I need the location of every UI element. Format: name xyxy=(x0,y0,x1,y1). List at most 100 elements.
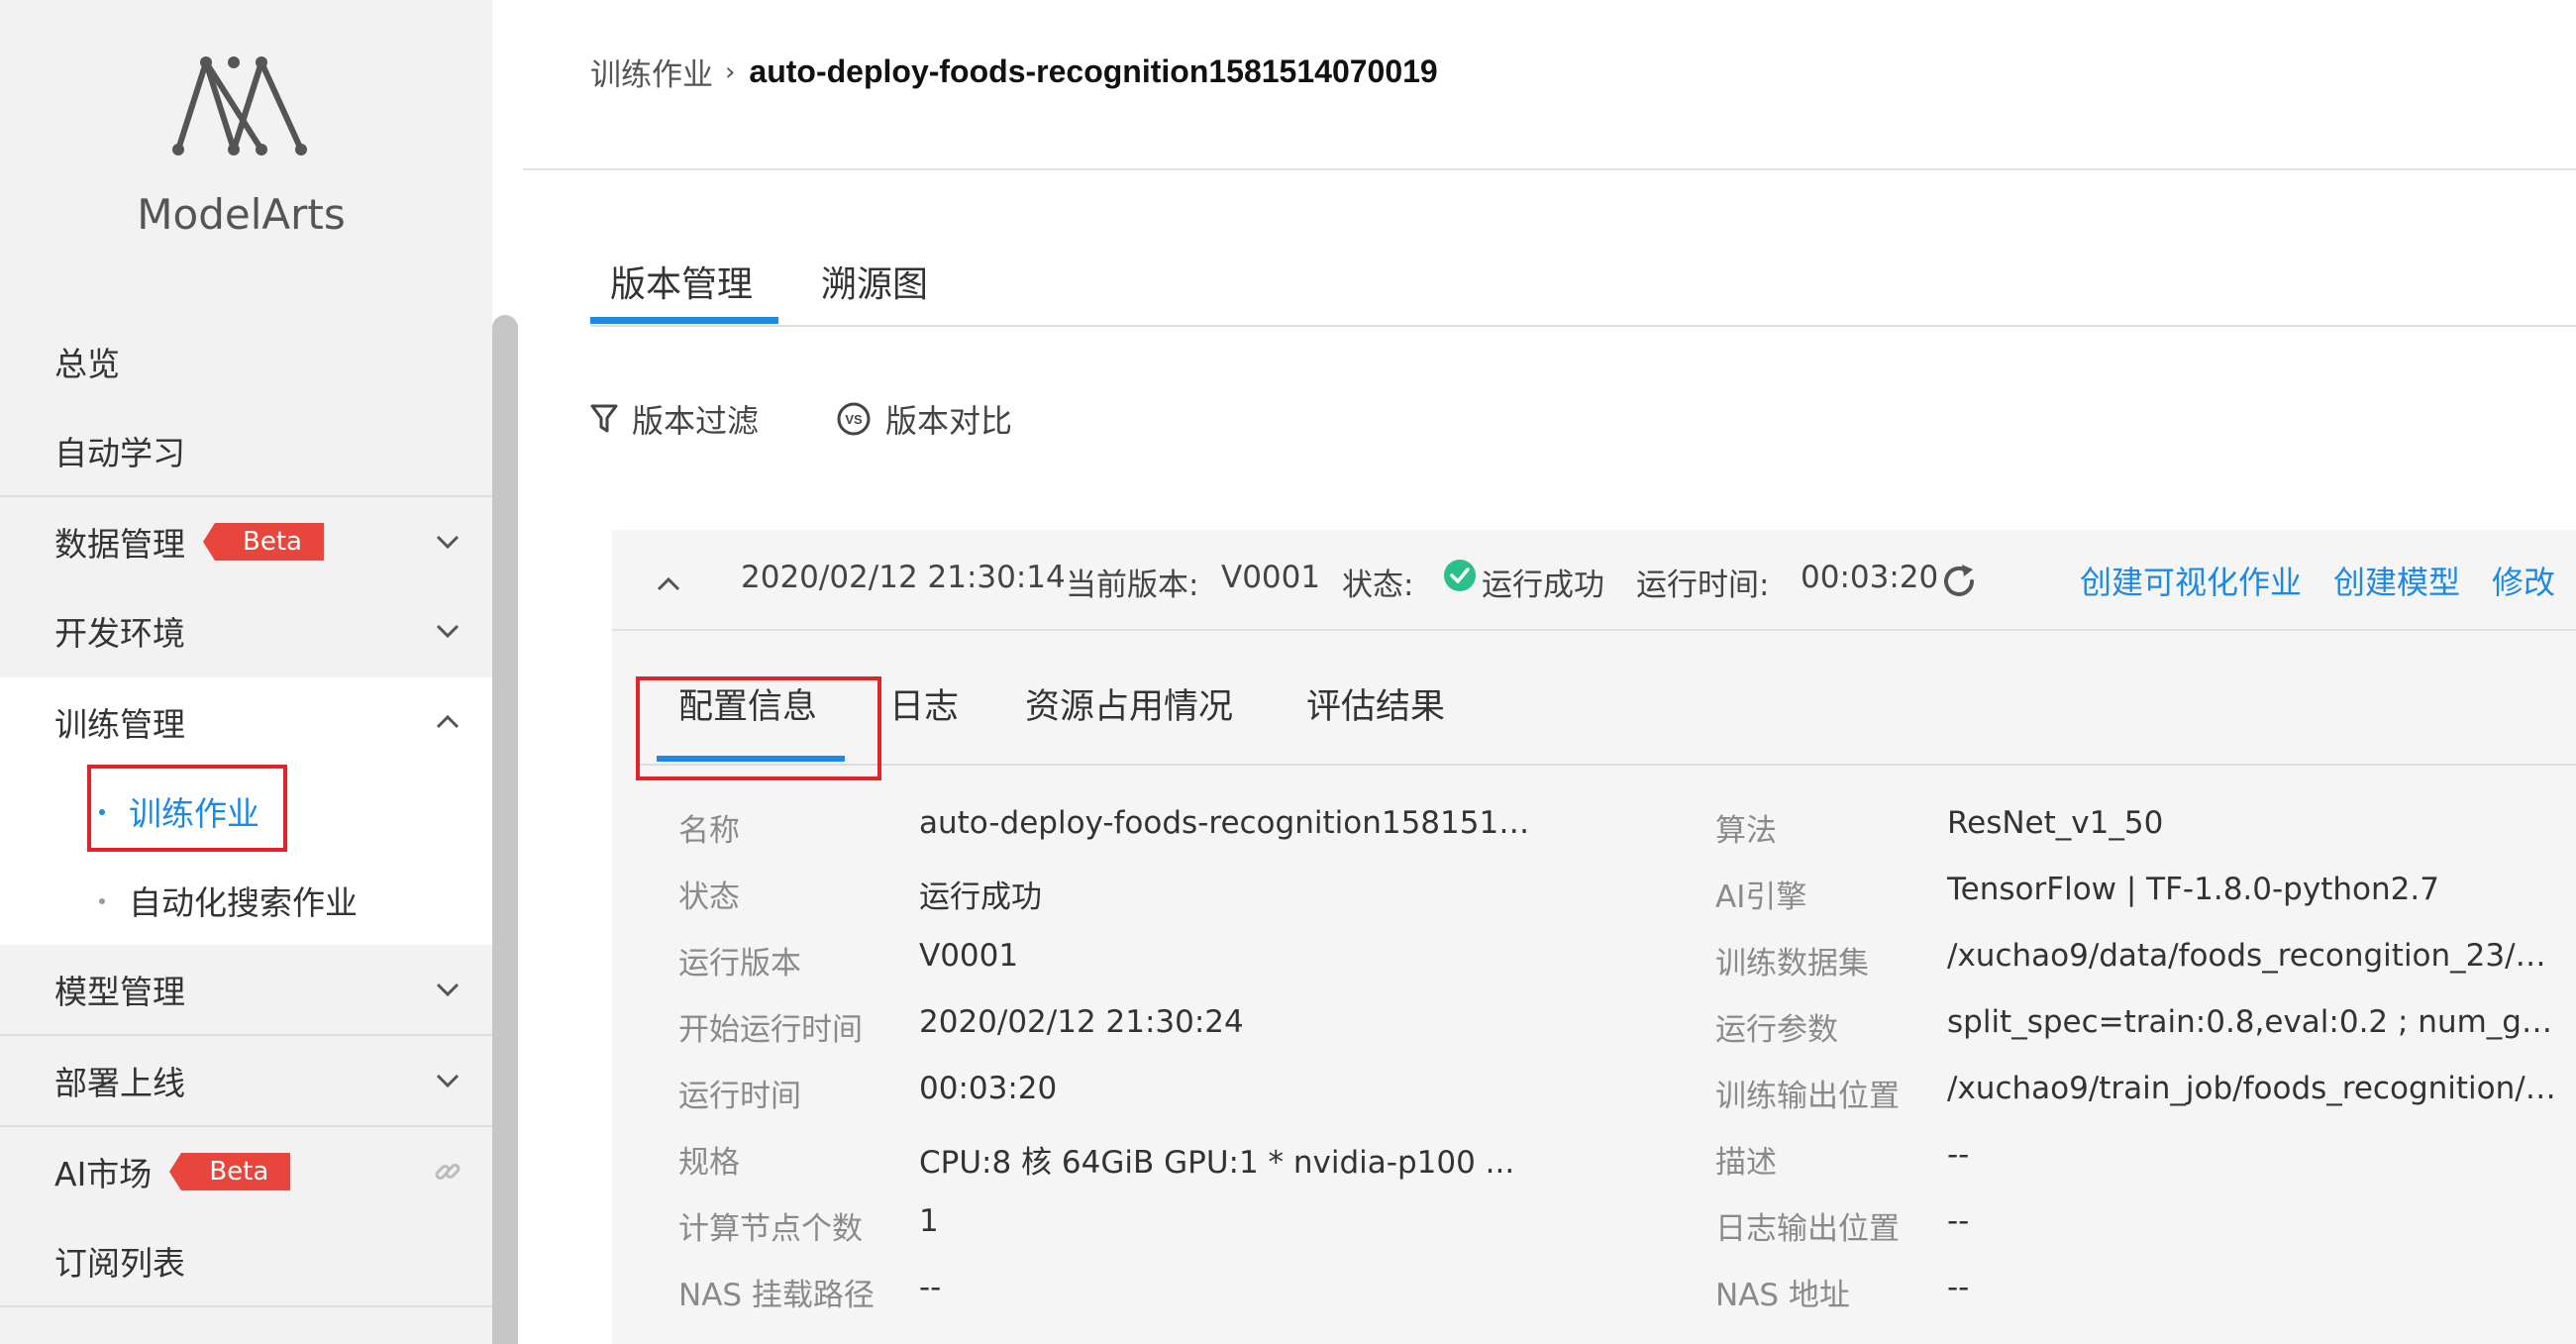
refresh-icon[interactable] xyxy=(1939,562,1979,601)
sidebar-item-model-management[interactable]: 模型管理 xyxy=(0,945,492,1034)
sidebar-subitem-label: 自动化搜索作业 xyxy=(129,883,358,922)
sidebar-subitem-auto-search-jobs[interactable]: 自动化搜索作业 xyxy=(0,856,492,945)
config-value-status: 运行成功 xyxy=(919,879,1042,915)
sidebar-scrollbar[interactable] xyxy=(492,315,518,1344)
divider xyxy=(590,325,2576,327)
config-value-nas-path: -- xyxy=(919,1270,942,1305)
version-filter-label: 版本过滤 xyxy=(632,402,760,440)
config-value-nas-address: -- xyxy=(1947,1270,1970,1305)
config-value-ai-engine: TensorFlow | TF-1.8.0-python2.7 xyxy=(1947,872,2439,907)
modelarts-logo xyxy=(172,56,307,155)
beta-badge: Beta xyxy=(203,523,324,561)
sidebar-item-training-management[interactable]: 训练管理 xyxy=(0,677,492,767)
sidebar-item-label: 总览 xyxy=(54,345,120,383)
version-timestamp: 2020/02/12 21:30:14 xyxy=(741,560,1066,595)
filter-icon xyxy=(590,404,618,433)
config-value-output-location: /xuchao9/train_job/foods_recognition/o..… xyxy=(1947,1071,2561,1106)
status-label: 状态: xyxy=(1342,568,1414,603)
highlight-box xyxy=(87,765,287,852)
chevron-down-icon[interactable] xyxy=(433,1066,463,1095)
breadcrumb-parent-link[interactable]: 训练作业 xyxy=(590,50,713,94)
config-label-name: 名称 xyxy=(678,813,740,849)
version-compare-label: 版本对比 xyxy=(885,402,1013,440)
chevron-down-icon[interactable] xyxy=(433,975,463,1004)
chevron-down-icon[interactable] xyxy=(433,616,463,646)
tab-evaluation-results[interactable]: 评估结果 xyxy=(1306,678,1445,729)
runtime-label: 运行时间: xyxy=(1636,568,1770,603)
collapse-icon[interactable] xyxy=(654,569,683,599)
config-label-dataset: 训练数据集 xyxy=(1715,946,1869,982)
create-model-link[interactable]: 创建模型 xyxy=(2333,558,2460,603)
config-label-status: 状态 xyxy=(678,879,740,915)
tab-lineage[interactable]: 溯源图 xyxy=(821,256,928,307)
vs-icon-text: VS xyxy=(845,412,863,427)
config-value-node-count: 1 xyxy=(919,1203,939,1239)
config-label-nas-address: NAS 地址 xyxy=(1715,1278,1850,1313)
sidebar: ModelArts 总览 自动学习 数据管理 Beta 开发环境 训练管理 训练… xyxy=(0,0,492,1344)
config-label-run-params: 运行参数 xyxy=(1715,1012,1838,1048)
config-value-spec: CPU:8 核 64GiB GPU:1 * nvidia-p100 ... xyxy=(919,1145,1515,1181)
tab-logs[interactable]: 日志 xyxy=(889,678,959,729)
config-label-nas-path: NAS 挂载路径 xyxy=(678,1278,875,1313)
sidebar-item-label: 模型管理 xyxy=(54,973,185,1011)
config-label-spec: 规格 xyxy=(678,1145,740,1181)
config-label-version: 运行版本 xyxy=(678,946,801,982)
beta-badge: Beta xyxy=(169,1153,291,1190)
config-value-dataset: /xuchao9/data/foods_recongition_23/ou... xyxy=(1947,938,2561,974)
divider xyxy=(636,764,2576,766)
divider xyxy=(523,168,2576,170)
sidebar-item-auto-learning[interactable]: 自动学习 xyxy=(0,406,492,495)
config-value-version: V0001 xyxy=(919,938,1019,974)
sidebar-item-deployment[interactable]: 部署上线 xyxy=(0,1036,492,1125)
create-visualization-job-link[interactable]: 创建可视化作业 xyxy=(2080,558,2302,603)
version-panel: 2020/02/12 21:30:14 当前版本: V0001 状态: 运行成功… xyxy=(612,530,2576,1344)
runtime-value: 00:03:20 xyxy=(1801,560,1939,595)
config-label-start-time: 开始运行时间 xyxy=(678,1012,863,1048)
status-value: 运行成功 xyxy=(1482,568,1604,603)
sidebar-item-label: 开发环境 xyxy=(54,614,185,653)
divider xyxy=(0,1305,492,1307)
tab-resource-usage[interactable]: 资源占用情况 xyxy=(1025,678,1233,729)
config-label-algorithm: 算法 xyxy=(1715,813,1777,849)
config-label-description: 描述 xyxy=(1715,1145,1777,1181)
modify-link[interactable]: 修改 xyxy=(2492,558,2555,603)
current-version-value: V0001 xyxy=(1221,560,1321,595)
sidebar-item-ai-market[interactable]: AI市场 Beta xyxy=(0,1127,492,1216)
config-label-ai-engine: AI引擎 xyxy=(1715,879,1807,915)
highlight-box xyxy=(636,676,881,780)
config-label-runtime: 运行时间 xyxy=(678,1079,801,1114)
config-label-node-count: 计算节点个数 xyxy=(678,1211,863,1247)
chevron-down-icon[interactable] xyxy=(433,527,463,557)
sidebar-item-label: 训练管理 xyxy=(54,705,185,744)
current-version-label: 当前版本: xyxy=(1066,568,1199,603)
bullet xyxy=(99,898,105,904)
detail-tab-bar: 配置信息 日志 资源占用情况 评估结果 xyxy=(612,678,2576,758)
config-label-output-location: 训练输出位置 xyxy=(1715,1079,1900,1114)
config-value-run-params: split_spec=train:0.8,eval:0.2 ; num_gpus… xyxy=(1947,1004,2561,1040)
config-value-algorithm: ResNet_v1_50 xyxy=(1947,805,2164,841)
sidebar-item-label: AI市场 xyxy=(54,1155,153,1193)
config-label-log-location: 日志输出位置 xyxy=(1715,1211,1900,1247)
sidebar-item-dev-environment[interactable]: 开发环境 xyxy=(0,586,492,675)
tab-version-management[interactable]: 版本管理 xyxy=(610,256,753,307)
breadcrumb-separator: › xyxy=(725,56,736,87)
version-header: 2020/02/12 21:30:14 当前版本: V0001 状态: 运行成功… xyxy=(612,530,2576,631)
config-value-log-location: -- xyxy=(1947,1203,1970,1239)
check-circle-icon xyxy=(1444,560,1476,591)
sidebar-item-label: 自动学习 xyxy=(54,434,185,472)
sidebar-item-label: 数据管理 xyxy=(54,525,185,564)
version-compare-button[interactable]: VS 版本对比 xyxy=(836,396,1012,442)
breadcrumb: 训练作业 › auto-deploy-foods-recognition1581… xyxy=(590,50,1438,94)
brand-name: ModelArts xyxy=(137,190,346,239)
config-value-start-time: 2020/02/12 21:30:24 xyxy=(919,1004,1244,1040)
link-icon[interactable] xyxy=(433,1157,463,1187)
sidebar-item-data-management[interactable]: 数据管理 Beta xyxy=(0,497,492,586)
chevron-up-icon[interactable] xyxy=(433,707,463,737)
sidebar-item-overview[interactable]: 总览 xyxy=(0,317,492,406)
version-filter-button[interactable]: 版本过滤 xyxy=(590,396,759,442)
vs-icon: VS xyxy=(837,402,871,436)
sidebar-item-subscriptions[interactable]: 订阅列表 xyxy=(0,1216,492,1305)
config-value-description: -- xyxy=(1947,1137,1970,1173)
config-value-runtime: 00:03:20 xyxy=(919,1071,1058,1106)
page-title: auto-deploy-foods-recognition15815140700… xyxy=(749,53,1438,89)
